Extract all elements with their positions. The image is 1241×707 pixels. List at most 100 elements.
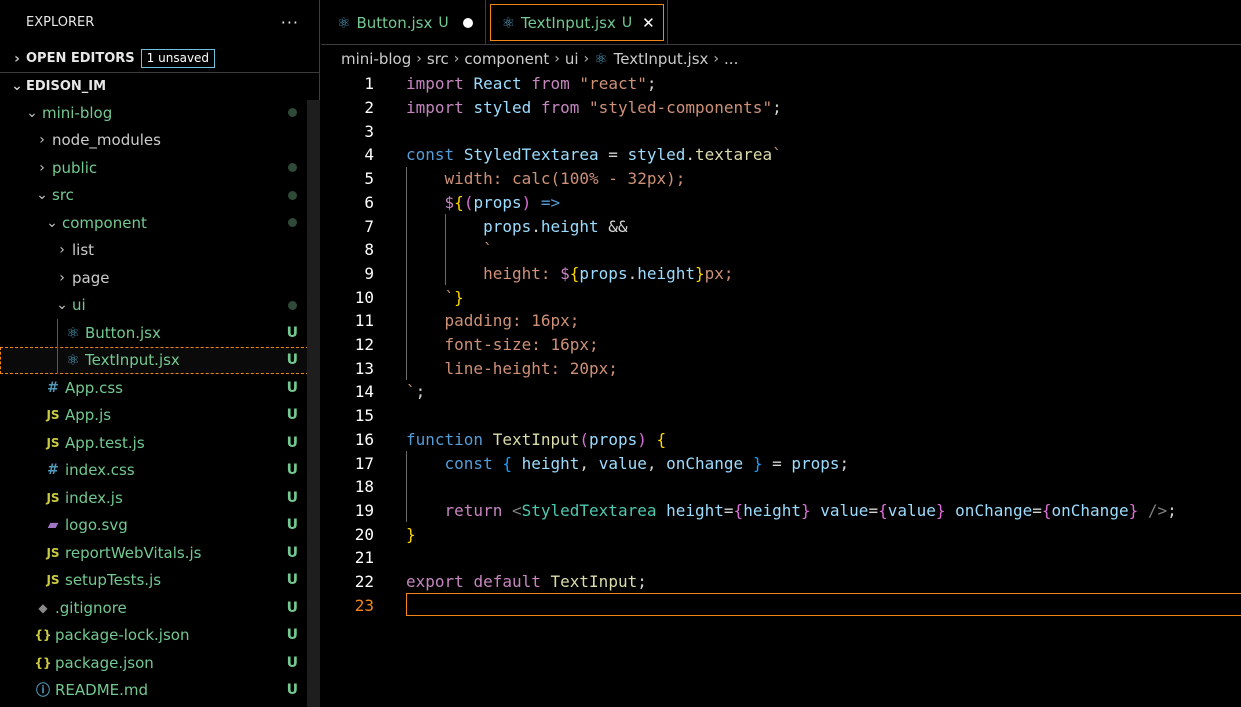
more-actions-icon[interactable]: ··· bbox=[281, 13, 299, 32]
js-file-icon: JS bbox=[46, 435, 60, 450]
untracked-flag: U bbox=[286, 599, 298, 616]
code-line[interactable]: 9 height: ${props.height}px; bbox=[321, 262, 1241, 286]
code-line[interactable]: 22 export default TextInput; bbox=[321, 570, 1241, 594]
tree-file[interactable]: JS setupTests.js U bbox=[0, 567, 319, 595]
workspace-root-section[interactable]: ⌄ EDISON_IM bbox=[0, 72, 319, 99]
tree-folder[interactable]: ⌄ component bbox=[0, 209, 319, 237]
code-line[interactable]: 11 padding: 16px; bbox=[321, 309, 1241, 333]
code-line[interactable]: 8 ` bbox=[321, 238, 1241, 262]
code-token: = bbox=[1032, 500, 1042, 520]
sidebar-scrollbar[interactable] bbox=[307, 100, 320, 707]
code-line[interactable]: 16 function TextInput(props) { bbox=[321, 428, 1241, 452]
tree-folder[interactable]: ⌄ mini-blog bbox=[0, 99, 319, 127]
file-tree: ⌄ mini-blog › node_modules › public ⌄ src ⌄ compo… bbox=[0, 99, 319, 704]
code-line[interactable]: 10 `} bbox=[321, 285, 1241, 309]
code-token: ` bbox=[406, 382, 416, 402]
code-line[interactable]: 21 bbox=[321, 546, 1241, 570]
chevron-down-icon: ⌄ bbox=[46, 214, 58, 231]
tab-textinput-jsx[interactable]: ⚛ TextInput.jsx U ✕ bbox=[486, 0, 668, 45]
untracked-flag: U bbox=[286, 544, 298, 561]
code-line[interactable]: 18 bbox=[321, 475, 1241, 499]
untracked-flag: U bbox=[621, 14, 633, 31]
code-token: value bbox=[820, 500, 869, 520]
tree-file[interactable]: JS App.test.js U bbox=[0, 429, 319, 457]
tree-file[interactable]: JS reportWebVitals.js U bbox=[0, 539, 319, 567]
tree-file[interactable]: {} package.json U bbox=[0, 649, 319, 677]
code-line[interactable]: 12 font-size: 16px; bbox=[321, 333, 1241, 357]
code-token: < bbox=[511, 500, 522, 520]
code-line[interactable]: 6 ${(props) => bbox=[321, 191, 1241, 215]
code-token: ; bbox=[772, 98, 782, 118]
code-token: { bbox=[569, 263, 580, 283]
code-line[interactable]: 7 props.height && bbox=[321, 214, 1241, 238]
code-token: ; bbox=[415, 382, 426, 402]
close-icon[interactable]: ✕ bbox=[642, 14, 655, 32]
tree-item-label: list bbox=[72, 241, 95, 260]
code-token: ; bbox=[637, 572, 647, 592]
code-line[interactable]: 1 import React from "react"; bbox=[321, 72, 1241, 96]
tree-folder[interactable]: ⌄ src bbox=[0, 182, 319, 210]
code-token: width: calc(100% - 32px); bbox=[444, 169, 686, 189]
code-token: from bbox=[531, 74, 570, 94]
code-line[interactable]: 15 bbox=[321, 404, 1241, 428]
tab-button-jsx[interactable]: ⚛ Button.jsx U bbox=[321, 0, 486, 45]
tree-file[interactable]: ⓘ README.md U bbox=[0, 677, 319, 705]
line-number: 4 bbox=[364, 145, 374, 165]
line-number: 12 bbox=[354, 335, 374, 355]
tree-file[interactable]: ⚛ TextInput.jsx U bbox=[0, 346, 319, 374]
breadcrumb-item[interactable]: ui bbox=[565, 50, 579, 68]
code-text: const { height, value, onChange } = prop… bbox=[406, 453, 850, 473]
code-editor[interactable]: 1 import React from "react"; 2 import style… bbox=[321, 72, 1241, 707]
code-token: height bbox=[743, 500, 801, 520]
tree-file[interactable]: ◆ .gitignore U bbox=[0, 594, 319, 622]
tree-file[interactable]: JS index.js U bbox=[0, 484, 319, 512]
open-editors-section[interactable]: › OPEN EDITORS 1 unsaved bbox=[0, 45, 319, 72]
code-text: const StyledTextarea = styled.textarea` bbox=[406, 145, 782, 164]
unsaved-dot-icon[interactable] bbox=[462, 17, 473, 28]
code-token: = bbox=[762, 453, 792, 473]
tree-folder[interactable]: › page bbox=[0, 264, 319, 292]
code-token: height: bbox=[483, 263, 561, 283]
code-token: ) bbox=[637, 429, 647, 449]
tree-file[interactable]: # index.css U bbox=[0, 457, 319, 485]
code-line[interactable]: 2 import styled from "styled-components"; bbox=[321, 96, 1241, 120]
code-token: height bbox=[666, 500, 724, 520]
tree-folder[interactable]: › list bbox=[0, 237, 319, 265]
code-line[interactable]: 23 bbox=[321, 593, 1241, 617]
code-text: height: ${props.height}px; bbox=[406, 264, 734, 283]
code-line[interactable]: 20} bbox=[321, 522, 1241, 546]
breadcrumb-item[interactable]: mini-blog bbox=[341, 50, 411, 68]
breadcrumb-item[interactable]: ... bbox=[724, 50, 738, 68]
tree-file[interactable]: ⚛ Button.jsx U bbox=[0, 319, 319, 347]
breadcrumb-item[interactable]: src bbox=[427, 50, 449, 68]
chevron-right-icon: › bbox=[713, 51, 720, 67]
code-token: . bbox=[627, 263, 638, 283]
modified-dot-icon bbox=[288, 190, 297, 200]
tree-file[interactable]: ▰ logo.svg U bbox=[0, 512, 319, 540]
code-line[interactable]: 3 bbox=[321, 119, 1241, 143]
tree-file[interactable]: # App.css U bbox=[0, 374, 319, 402]
tree-item-label: package-lock.json bbox=[55, 626, 190, 645]
tree-folder[interactable]: ⌄ ui bbox=[0, 292, 319, 320]
code-line[interactable]: 19 return <StyledTextarea height={height… bbox=[321, 499, 1241, 523]
tree-folder[interactable]: › public bbox=[0, 154, 319, 182]
code-text: import styled from "styled-components"; bbox=[406, 98, 782, 117]
code-line[interactable]: 4 const StyledTextarea = styled.textarea` bbox=[321, 143, 1241, 167]
json-file-icon: {} bbox=[34, 655, 52, 670]
code-token: { bbox=[656, 429, 667, 449]
tree-folder[interactable]: › node_modules bbox=[0, 127, 319, 155]
breadcrumb-item[interactable]: TextInput.jsx bbox=[614, 50, 709, 68]
indent-guide bbox=[57, 346, 58, 374]
code-token: { bbox=[454, 192, 464, 212]
breadcrumb-item[interactable]: component bbox=[464, 50, 549, 68]
tree-file[interactable]: JS App.js U bbox=[0, 402, 319, 430]
tree-file[interactable]: {} package-lock.json U bbox=[0, 622, 319, 650]
code-line[interactable]: 13 line-height: 20px; bbox=[321, 356, 1241, 380]
code-line[interactable]: 5 width: calc(100% - 32px); bbox=[321, 167, 1241, 191]
code-line[interactable]: 14 `; bbox=[321, 380, 1241, 404]
code-line[interactable]: 17 const { height, value, onChange } = p… bbox=[321, 451, 1241, 475]
line-number: 16 bbox=[354, 429, 374, 449]
